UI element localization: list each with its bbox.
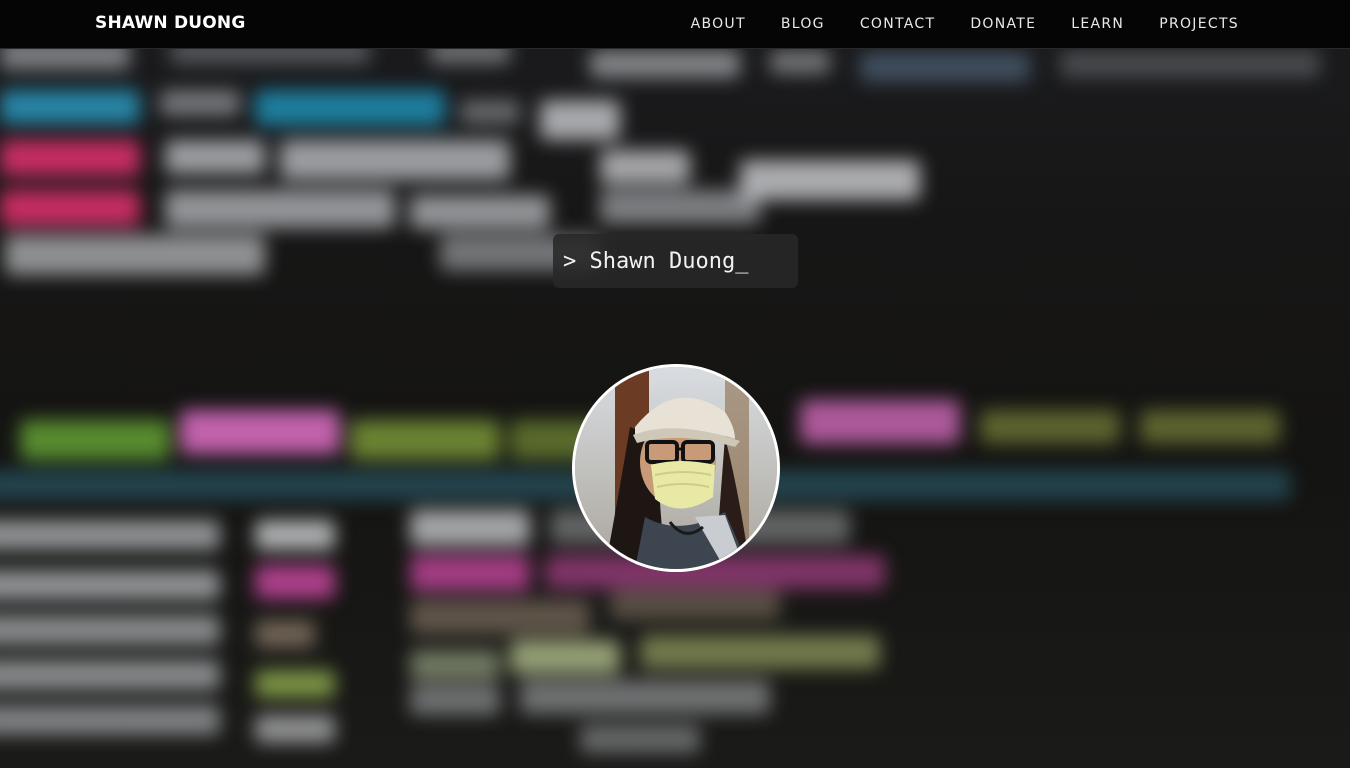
brand-logo-link[interactable]: SHAWN DUONG [95, 13, 246, 33]
blurred-code-block [255, 90, 445, 126]
profile-avatar [572, 364, 780, 572]
blurred-code-block [165, 190, 395, 228]
blurred-code-block [600, 150, 690, 184]
blurred-code-block [280, 140, 510, 180]
blurred-code-block [770, 50, 830, 74]
blurred-code-block [410, 555, 530, 591]
profile-photo [575, 367, 777, 569]
blurred-code-block [0, 190, 140, 226]
nav-link-blog[interactable]: BLOG [781, 16, 825, 32]
blurred-code-block [980, 410, 1120, 444]
blurred-code-block [1060, 50, 1320, 78]
terminal-title-text: Shawn Duong_ [589, 248, 749, 274]
blurred-code-block [520, 680, 770, 714]
blurred-code-block [540, 100, 620, 140]
blurred-code-block [255, 620, 315, 648]
blurred-code-block [255, 520, 335, 550]
blurred-code-block [0, 660, 220, 690]
blurred-code-block [580, 725, 700, 753]
blurred-code-block [20, 420, 170, 460]
blurred-code-block [255, 715, 335, 743]
blurred-code-block [350, 420, 500, 460]
blurred-code-block [0, 615, 220, 645]
blurred-code-block [410, 600, 590, 634]
nav-link-projects[interactable]: PROJECTS [1159, 16, 1239, 32]
blurred-code-block [510, 640, 620, 674]
blurred-code-block [180, 410, 340, 454]
nav-link-contact[interactable]: CONTACT [860, 16, 936, 32]
blurred-code-block [410, 510, 530, 546]
terminal-prompt: > [563, 248, 577, 274]
blurred-code-block [800, 400, 960, 444]
nav-link-learn[interactable]: LEARN [1071, 16, 1124, 32]
blurred-code-block [160, 90, 240, 116]
blurred-code-block [0, 705, 220, 735]
blurred-code-block [740, 160, 920, 200]
blurred-code-block [640, 635, 880, 669]
blurred-code-block [0, 520, 220, 550]
blurred-code-block [860, 52, 1030, 82]
blurred-code-block [0, 140, 140, 176]
blurred-code-block [5, 235, 265, 275]
blurred-code-block [1140, 410, 1280, 444]
blurred-code-block [410, 685, 500, 715]
nav-links: ABOUT BLOG CONTACT DONATE LEARN PROJECTS [691, 16, 1239, 32]
blurred-code-block [0, 90, 140, 124]
blurred-code-block [590, 50, 740, 78]
blurred-code-block [165, 140, 265, 174]
blurred-code-block [410, 650, 500, 680]
blurred-code-block [460, 100, 520, 124]
blurred-code-block [255, 670, 335, 698]
terminal-title-box: > Shawn Duong_ [553, 234, 798, 288]
blurred-code-block [410, 195, 550, 229]
blurred-code-block [0, 570, 220, 600]
nav-link-about[interactable]: ABOUT [691, 16, 746, 32]
blurred-code-block [255, 565, 335, 599]
nav-link-donate[interactable]: DONATE [970, 16, 1036, 32]
blurred-code-block [600, 190, 760, 224]
blurred-code-block [610, 590, 780, 620]
navbar: SHAWN DUONG ABOUT BLOG CONTACT DONATE LE… [0, 0, 1350, 49]
